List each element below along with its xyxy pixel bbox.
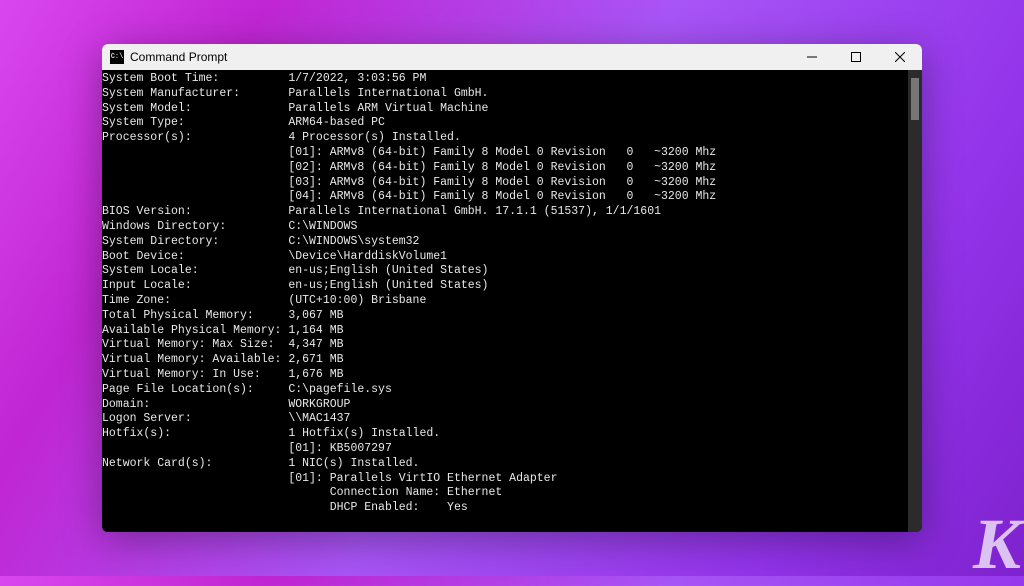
window-title: Command Prompt xyxy=(130,50,227,64)
cmd-icon: C:\ xyxy=(110,50,124,64)
close-button[interactable] xyxy=(878,44,922,70)
scrollbar[interactable] xyxy=(908,70,922,532)
watermark: K xyxy=(973,503,1018,586)
maximize-button[interactable] xyxy=(834,44,878,70)
titlebar[interactable]: C:\ Command Prompt xyxy=(102,44,922,70)
close-icon xyxy=(895,52,905,62)
minimize-button[interactable] xyxy=(790,44,834,70)
minimize-icon xyxy=(807,52,817,62)
command-prompt-window: C:\ Command Prompt System Boot Time: 1/7… xyxy=(102,44,922,532)
terminal-output[interactable]: System Boot Time: 1/7/2022, 3:03:56 PM S… xyxy=(102,70,908,532)
terminal-area: System Boot Time: 1/7/2022, 3:03:56 PM S… xyxy=(102,70,922,532)
scrollbar-thumb[interactable] xyxy=(911,78,919,120)
maximize-icon xyxy=(851,52,861,62)
